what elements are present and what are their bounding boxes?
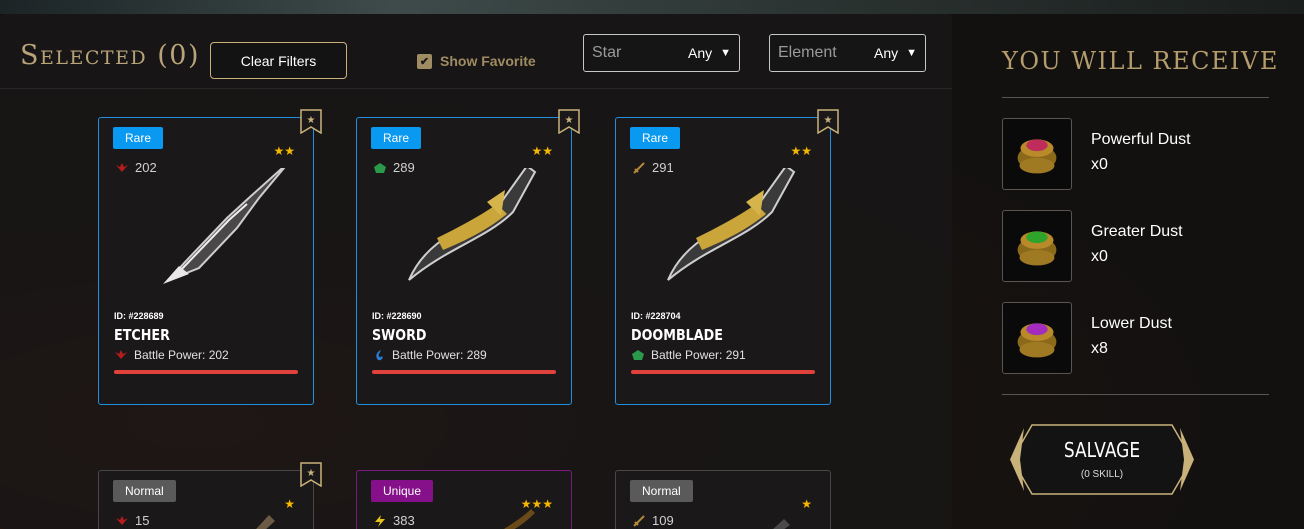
curved-sword-weapon-image: [667, 168, 796, 281]
clear-filters-button[interactable]: Clear Filters: [210, 42, 347, 79]
lower-dust-count: x8: [1091, 340, 1108, 357]
battle-power-label: Battle Power: 202: [134, 348, 229, 362]
power-value: 383: [393, 513, 415, 528]
item-id: ID: #228704: [631, 311, 681, 321]
weapon-image: [773, 519, 790, 529]
battle-power: Battle Power: 202: [114, 348, 229, 362]
star-rating: ★: [801, 497, 812, 511]
greater-dust-count: x0: [1091, 248, 1108, 265]
battle-power: Battle Power: 291: [631, 348, 746, 362]
health-bar: [114, 370, 298, 374]
show-favorite-label: Show Favorite: [440, 53, 536, 69]
item-card-doomblade[interactable]: ★ Rare ★★ 291 ID: #228704 DOOMBLADE Batt…: [615, 109, 839, 405]
sword-class-icon: [633, 514, 645, 527]
item-card-etcher[interactable]: ★ Rare ★★ 202 ID: #228689 ETCHER Battle …: [98, 109, 322, 405]
star-filter-value: Any: [687, 45, 713, 61]
favorite-bookmark-icon[interactable]: ★: [300, 462, 322, 487]
star-rating: ★★: [531, 144, 553, 158]
water-element-icon: [376, 350, 383, 361]
svg-text:★: ★: [307, 115, 316, 126]
selected-count-title: Selected (0): [20, 40, 200, 71]
fire-element-icon: [115, 350, 127, 359]
lightning-element-icon: [375, 514, 385, 527]
chevron-down-icon: ▼: [906, 47, 917, 59]
item-id: ID: #228689: [114, 311, 164, 321]
svg-text:★: ★: [565, 115, 574, 126]
receive-divider-bottom: [1002, 394, 1269, 395]
rarity-badge: Normal: [630, 480, 693, 502]
power-indicator: 109: [632, 513, 674, 528]
star-rating: ★★: [273, 144, 295, 158]
rarity-badge: Rare: [113, 127, 164, 149]
fire-element-icon: [116, 515, 128, 525]
favorite-bookmark-icon[interactable]: ★: [300, 109, 322, 134]
power-indicator: 15: [115, 513, 149, 528]
item-name: DOOMBLADE: [631, 326, 723, 344]
battle-power-label: Battle Power: 289: [392, 348, 487, 362]
top-banner-glow: [0, 0, 1304, 14]
earth-element-icon: [632, 350, 644, 360]
favorite-bookmark-icon[interactable]: ★: [817, 109, 839, 134]
item-card-sword[interactable]: ★ Rare ★★ 289 ID: #228690 SWORD Battle P…: [356, 109, 580, 405]
element-filter-label: Element: [778, 44, 837, 61]
health-bar: [631, 370, 815, 374]
rarity-badge: Rare: [630, 127, 681, 149]
weapon-image: [503, 509, 535, 529]
svg-text:★: ★: [824, 115, 833, 126]
item-card-normal-2[interactable]: Normal ★ 109: [615, 470, 831, 529]
dagger-weapon-image: [163, 168, 286, 284]
lower-dust-name: Lower Dust: [1091, 315, 1172, 332]
item-card-unique-1[interactable]: Unique ★★★ 383: [356, 470, 572, 529]
rarity-badge: Rare: [371, 127, 422, 149]
salvage-skill-count: (0 SKILL): [1080, 469, 1124, 480]
favorite-bookmark-icon[interactable]: ★: [558, 109, 580, 134]
powerful-dust-icon: [1002, 118, 1072, 190]
svg-text:★: ★: [307, 468, 316, 479]
curved-sword-weapon-image: [408, 168, 537, 281]
show-favorite-toggle[interactable]: ✔ Show Favorite: [417, 53, 536, 69]
salvage-label[interactable]: SALVAGE: [1024, 438, 1180, 462]
rarity-badge: Normal: [113, 480, 176, 502]
item-id: ID: #228690: [372, 311, 422, 321]
receive-divider-top: [1002, 97, 1269, 98]
greater-dust-name: Greater Dust: [1091, 223, 1183, 240]
powerful-dust-name: Powerful Dust: [1091, 131, 1191, 148]
item-card-normal-1[interactable]: ★ Normal ★ 15: [98, 462, 322, 529]
element-filter-select[interactable]: Element Any ▼: [769, 34, 926, 72]
star-rating: ★★: [790, 144, 812, 158]
greater-dust-icon: [1002, 210, 1072, 282]
powerful-dust-count: x0: [1091, 156, 1108, 173]
lower-dust-icon: [1002, 302, 1072, 374]
star-filter-select[interactable]: Star Any ▼: [583, 34, 740, 72]
star-filter-label: Star: [592, 44, 622, 61]
chevron-down-icon: ▼: [720, 47, 731, 59]
power-indicator: 383: [373, 513, 415, 528]
header-divider: [0, 88, 952, 89]
battle-power: Battle Power: 289: [372, 348, 487, 362]
item-name: ETCHER: [114, 326, 170, 344]
element-filter-value: Any: [873, 45, 899, 61]
power-value: 15: [135, 513, 150, 528]
power-value: 109: [652, 513, 674, 528]
checkbox-checked-icon[interactable]: ✔: [417, 53, 432, 69]
rarity-badge: Unique: [371, 480, 434, 502]
star-rating: ★: [284, 497, 295, 511]
receive-title: YOU WILL RECEIVE: [1002, 47, 1279, 75]
battle-power-label: Battle Power: 291: [651, 348, 746, 362]
health-bar: [372, 370, 556, 374]
item-name: SWORD: [372, 326, 427, 344]
weapon-image: [256, 515, 275, 529]
